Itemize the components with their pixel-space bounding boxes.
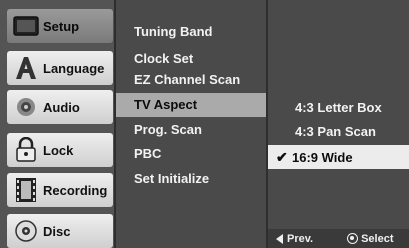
- disc-icon: [11, 216, 41, 246]
- film-strip-icon: [11, 175, 41, 205]
- category-label: Recording: [43, 182, 108, 198]
- category-panel: Setup Language Audio Lock Recording Disc: [0, 0, 115, 248]
- prev-label: Prev.: [287, 232, 314, 245]
- audio-icon: [11, 92, 41, 122]
- option-letter-box[interactable]: 4:3 Letter Box: [295, 100, 382, 115]
- category-setup[interactable]: Setup: [7, 9, 113, 43]
- options-panel: 4:3 Letter Box 4:3 Pan Scan ✔ 16:9 Wide: [268, 0, 409, 248]
- menu-item-ez-channel-scan[interactable]: EZ Channel Scan: [134, 72, 240, 87]
- category-recording[interactable]: Recording: [7, 173, 113, 207]
- select-button-icon: [347, 233, 359, 244]
- language-a-icon: [11, 53, 41, 83]
- select-hint[interactable]: Select: [347, 232, 394, 245]
- left-arrow-icon: [276, 233, 283, 244]
- prev-hint[interactable]: Prev.: [276, 233, 313, 245]
- footer-hints: Prev. Select: [268, 229, 409, 248]
- checkmark-icon: ✔: [276, 149, 288, 165]
- select-label: Select: [361, 232, 394, 245]
- option-pan-scan[interactable]: 4:3 Pan Scan: [295, 124, 376, 139]
- menu-item-tuning-band[interactable]: Tuning Band: [134, 24, 212, 39]
- category-language[interactable]: Language: [7, 51, 113, 85]
- category-label: Setup: [43, 18, 80, 34]
- category-disc[interactable]: Disc: [7, 214, 113, 248]
- menu-item-pbc[interactable]: PBC: [134, 146, 161, 161]
- category-label: Disc: [43, 223, 71, 239]
- category-label: Language: [43, 60, 105, 76]
- tv-icon: [11, 11, 41, 41]
- menu-item-prog-scan[interactable]: Prog. Scan: [134, 122, 202, 137]
- category-label: Audio: [43, 99, 80, 115]
- category-lock[interactable]: Lock: [7, 133, 113, 167]
- menu-panel: Tuning Band Clock Set EZ Channel Scan TV…: [116, 0, 266, 248]
- option-16-9-wide[interactable]: ✔ 16:9 Wide: [268, 145, 409, 169]
- option-label: 16:9 Wide: [292, 150, 353, 165]
- menu-item-tv-aspect[interactable]: TV Aspect: [116, 93, 266, 117]
- category-label: Lock: [43, 142, 74, 158]
- menu-item-set-initialize[interactable]: Set Initialize: [134, 171, 209, 186]
- padlock-icon: [11, 135, 41, 165]
- menu-item-clock-set[interactable]: Clock Set: [134, 51, 193, 66]
- category-audio[interactable]: Audio: [7, 90, 113, 124]
